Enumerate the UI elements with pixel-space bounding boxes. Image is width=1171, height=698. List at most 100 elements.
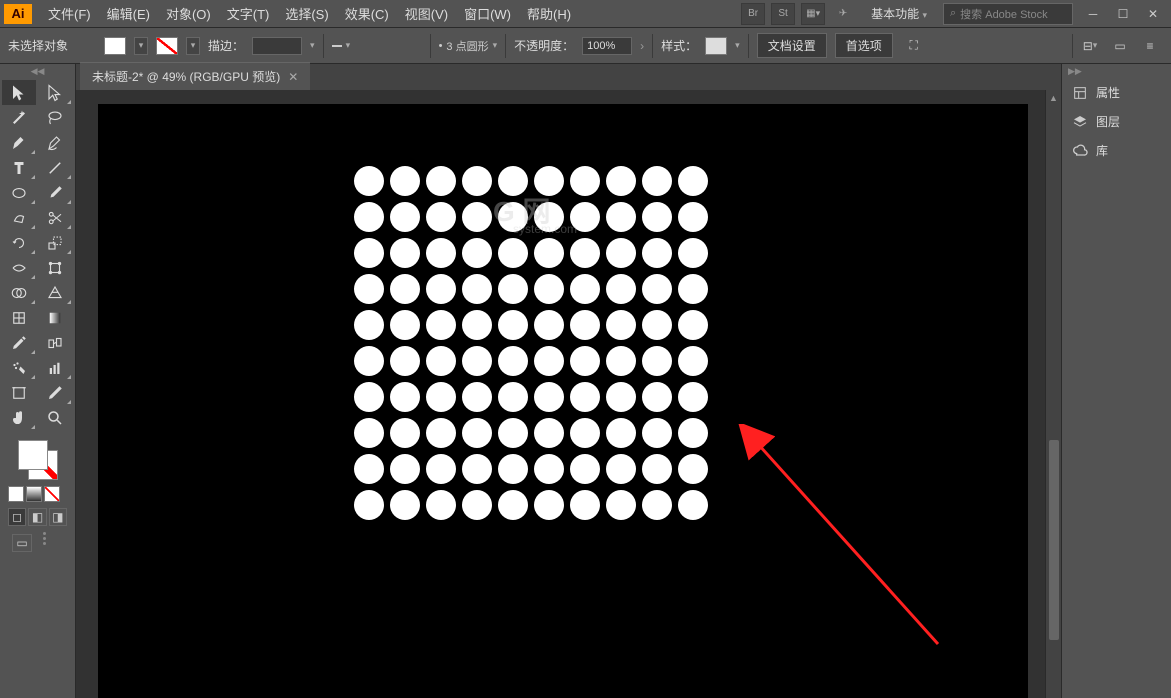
bridge-icon[interactable]: Br	[741, 3, 765, 25]
gradient-tool[interactable]	[38, 305, 72, 330]
arrange-icon[interactable]: ▦▾	[801, 3, 825, 25]
opacity-label: 不透明度：	[514, 37, 574, 54]
slice-tool[interactable]	[38, 380, 72, 405]
artboard-tool[interactable]	[2, 380, 36, 405]
brush-dropdown[interactable]: ▾	[346, 40, 351, 51]
menu-effect[interactable]: 效果(C)	[337, 0, 397, 27]
selection-status: 未选择对象	[8, 37, 68, 54]
menu-window[interactable]: 窗口(W)	[456, 0, 519, 27]
style-swatch[interactable]	[705, 37, 727, 55]
direct-selection-tool[interactable]	[38, 80, 72, 105]
fill-swatch[interactable]	[104, 37, 126, 55]
menu-file[interactable]: 文件(F)	[40, 0, 99, 27]
stroke-label: 描边：	[208, 37, 244, 54]
gradient-mode-btn[interactable]	[26, 486, 42, 502]
type-tool[interactable]	[2, 155, 36, 180]
gpu-icon[interactable]: ✈	[831, 3, 855, 25]
artboard[interactable]: G 网 system.com	[98, 104, 1028, 698]
column-graph-tool[interactable]	[38, 355, 72, 380]
workspace-switcher[interactable]: 基本功能 ▾	[861, 1, 937, 26]
shaper-tool[interactable]	[2, 205, 36, 230]
scissors-tool[interactable]	[38, 205, 72, 230]
search-icon: ⌕	[950, 7, 956, 20]
draw-inside[interactable]: ◨	[49, 508, 67, 526]
close-button[interactable]: ✕	[1139, 4, 1167, 24]
preferences-button[interactable]: 首选项	[835, 33, 893, 58]
close-tab-icon[interactable]: ✕	[288, 70, 298, 84]
menu-help[interactable]: 帮助(H)	[519, 0, 579, 27]
canvas-viewport[interactable]: G 网 system.com	[76, 90, 1061, 698]
scroll-up-arrow[interactable]: ▲	[1046, 90, 1061, 106]
scale-tool[interactable]	[38, 230, 72, 255]
symbol-sprayer-tool[interactable]	[2, 355, 36, 380]
width-tool[interactable]	[2, 255, 36, 280]
layers-panel-tab[interactable]: 图层	[1062, 107, 1171, 136]
draw-behind[interactable]: ◧	[28, 508, 46, 526]
transform-icon[interactable]: ▭	[1107, 35, 1133, 57]
selection-tool[interactable]	[2, 80, 36, 105]
list-icon[interactable]: ≡	[1137, 35, 1163, 57]
isolate-icon[interactable]: ⛶	[901, 35, 927, 57]
document-area: 未标题-2* @ 49% (RGB/GPU 预览) ✕ G 网 system.c…	[76, 64, 1061, 698]
fill-color-swatch[interactable]	[18, 440, 48, 470]
perspective-tool[interactable]	[38, 280, 72, 305]
none-mode-btn[interactable]	[44, 486, 60, 502]
draw-normal[interactable]: ◻	[8, 508, 26, 526]
toolbox: ◀◀	[0, 64, 76, 698]
dot-grid-artwork	[354, 166, 708, 520]
shape-builder-tool[interactable]	[2, 280, 36, 305]
document-tab[interactable]: 未标题-2* @ 49% (RGB/GPU 预览) ✕	[80, 62, 310, 90]
stroke-swatch[interactable]	[156, 37, 178, 55]
stock-icon[interactable]: St	[771, 3, 795, 25]
ellipse-tool[interactable]	[2, 180, 36, 205]
lasso-tool[interactable]	[38, 105, 72, 130]
app-logo: Ai	[4, 4, 32, 24]
scroll-thumb[interactable]	[1049, 440, 1059, 640]
menu-type[interactable]: 文字(T)	[219, 0, 278, 27]
toolbox-more[interactable]	[40, 532, 48, 554]
stroke-dropdown[interactable]: ▾	[186, 37, 200, 55]
free-transform-tool[interactable]	[38, 255, 72, 280]
minimize-button[interactable]: ─	[1079, 4, 1107, 24]
blend-tool[interactable]	[38, 330, 72, 355]
right-panel-dock: ▶▶ 属性 图层 库	[1061, 64, 1171, 698]
color-mode-btn[interactable]	[8, 486, 24, 502]
fill-stroke-swatches[interactable]	[18, 440, 58, 480]
zoom-tool[interactable]	[38, 405, 72, 430]
align-to-icon[interactable]: ⊟▾	[1077, 35, 1103, 57]
maximize-button[interactable]: ☐	[1109, 4, 1137, 24]
curvature-tool[interactable]	[38, 130, 72, 155]
properties-panel-tab[interactable]: 属性	[1062, 78, 1171, 107]
stroke-weight-stepper[interactable]: ▾	[310, 40, 315, 51]
rotate-tool[interactable]	[2, 230, 36, 255]
cloud-icon	[1072, 143, 1088, 159]
search-stock-input[interactable]: ⌕ 搜索 Adobe Stock	[943, 3, 1073, 25]
magic-wand-tool[interactable]	[2, 105, 36, 130]
opacity-flyout[interactable]: ›	[640, 39, 644, 53]
pen-tool[interactable]	[2, 130, 36, 155]
menu-select[interactable]: 选择(S)	[277, 0, 336, 27]
toolbox-collapse[interactable]: ◀◀	[0, 64, 75, 78]
line-tool[interactable]	[38, 155, 72, 180]
opacity-input[interactable]	[582, 37, 632, 55]
stroke-weight-input[interactable]	[252, 37, 302, 55]
layers-icon	[1072, 114, 1088, 130]
libraries-panel-tab[interactable]: 库	[1062, 136, 1171, 165]
hand-tool[interactable]	[2, 405, 36, 430]
menu-edit[interactable]: 编辑(E)	[99, 0, 158, 27]
screen-mode[interactable]: ▭	[12, 534, 32, 552]
menu-view[interactable]: 视图(V)	[397, 0, 456, 27]
annotation-arrow	[738, 424, 958, 664]
draw-modes: ◻ ◧ ◨	[4, 504, 71, 530]
vertical-scrollbar[interactable]: ▲	[1045, 90, 1061, 698]
document-setup-button[interactable]: 文档设置	[757, 33, 827, 58]
paintbrush-tool[interactable]	[38, 180, 72, 205]
panel-collapse[interactable]: ▶▶	[1062, 64, 1171, 78]
eyedropper-tool[interactable]	[2, 330, 36, 355]
stroke-profile[interactable]: 3 点圆形	[446, 38, 488, 54]
control-bar: 未选择对象 ▾ ▾ 描边： ▾ ▾ • 3 点圆形 ▾ 不透明度： › 样式： …	[0, 28, 1171, 64]
mesh-tool[interactable]	[2, 305, 36, 330]
menu-object[interactable]: 对象(O)	[158, 0, 219, 27]
style-dropdown[interactable]: ▾	[735, 40, 740, 51]
fill-dropdown[interactable]: ▾	[134, 37, 148, 55]
